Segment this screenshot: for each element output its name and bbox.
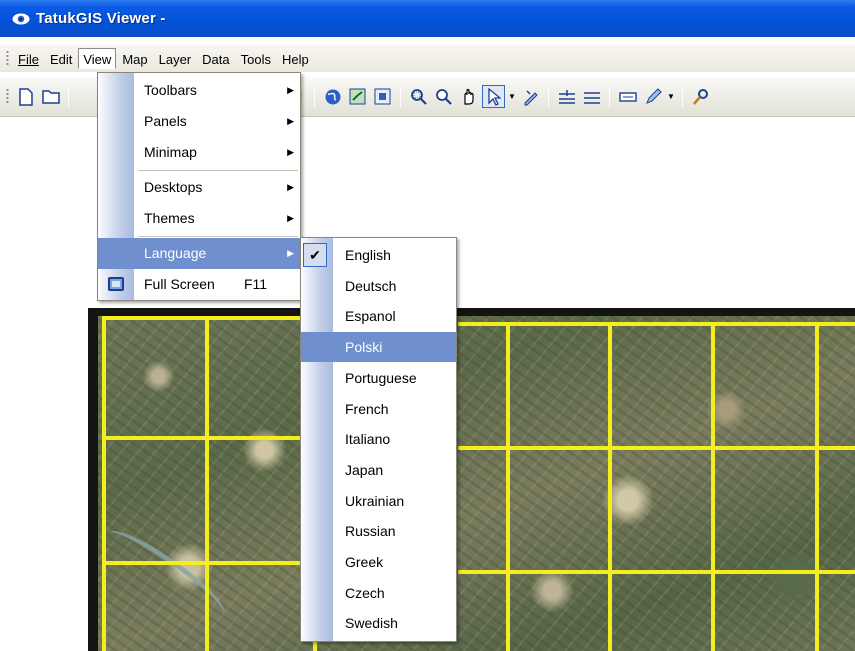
grid-line xyxy=(205,316,209,651)
language-menu: ✔ English Deutsch Espanol Polski Portuguese Fr… xyxy=(300,237,457,642)
window-title: TatukGIS Viewer - xyxy=(36,10,166,27)
zoom-icon[interactable] xyxy=(432,85,455,108)
view-menu-panels[interactable]: Panels ▶ xyxy=(98,106,300,137)
menu-separator xyxy=(138,236,298,237)
menu-map[interactable]: Map xyxy=(117,48,152,69)
view-menu-toolbars[interactable]: Toolbars ▶ xyxy=(98,75,300,106)
submenu-arrow-icon: ▶ xyxy=(287,147,294,157)
pencil-icon[interactable] xyxy=(641,85,664,108)
language-item-japan[interactable]: Japan xyxy=(301,455,456,485)
globe-icon[interactable] xyxy=(321,85,344,108)
toolbar-separator xyxy=(682,85,683,108)
new-document-icon[interactable] xyxy=(14,85,37,108)
menu-file[interactable]: File xyxy=(13,48,44,69)
line-width-icon[interactable] xyxy=(580,85,603,108)
toolbar-separator xyxy=(68,85,69,108)
grid-line xyxy=(102,316,317,320)
zoom-layer-icon[interactable] xyxy=(371,85,394,108)
submenu-arrow-icon: ▶ xyxy=(287,248,294,258)
grid-line xyxy=(815,322,819,651)
full-screen-icon xyxy=(108,277,124,291)
hand-pan-icon[interactable] xyxy=(457,85,480,108)
grid-line xyxy=(458,322,855,326)
submenu-arrow-icon: ▶ xyxy=(287,116,294,126)
dropdown-arrow-icon[interactable]: ▼ xyxy=(507,85,517,108)
checkmark-icon: ✔ xyxy=(303,243,327,267)
menu-data[interactable]: Data xyxy=(197,48,234,69)
distance-icon[interactable] xyxy=(555,85,578,108)
menu-edit[interactable]: Edit xyxy=(45,48,77,69)
language-item-swedish[interactable]: Swedish xyxy=(301,608,456,638)
language-item-czech[interactable]: Czech xyxy=(301,578,456,608)
grid-line xyxy=(102,561,317,565)
menu-view[interactable]: View xyxy=(78,48,117,69)
menu-tools[interactable]: Tools xyxy=(236,48,276,69)
dropdown-arrow-icon[interactable]: ▼ xyxy=(666,85,676,108)
zoom-extent-icon[interactable] xyxy=(346,85,369,108)
language-item-greek[interactable]: Greek xyxy=(301,547,456,577)
open-folder-icon[interactable] xyxy=(39,85,62,108)
language-item-polski[interactable]: Polski xyxy=(301,332,456,363)
view-menu-themes[interactable]: Themes ▶ xyxy=(98,203,300,234)
language-item-french[interactable]: French xyxy=(301,394,456,424)
grid-line xyxy=(102,316,106,651)
language-item-ukrainian[interactable]: Ukrainian xyxy=(301,486,456,516)
map-canvas[interactable] xyxy=(88,308,855,651)
toolbar-grip[interactable] xyxy=(6,88,9,105)
legend-icon[interactable] xyxy=(616,85,639,108)
view-menu-full-screen[interactable]: Full Screen F11 xyxy=(98,269,300,300)
edit-icon[interactable] xyxy=(519,85,542,108)
menu-bar: File Edit View Map Layer Data Tools Help xyxy=(0,45,855,72)
language-item-espanol[interactable]: Espanol xyxy=(301,301,456,331)
toolbar-separator xyxy=(314,85,315,108)
menu-separator xyxy=(138,170,298,171)
full-screen-shortcut: F11 xyxy=(244,276,268,292)
language-item-russian[interactable]: Russian xyxy=(301,516,456,546)
view-menu-minimap[interactable]: Minimap ▶ xyxy=(98,137,300,168)
grid-line xyxy=(506,322,510,651)
grid-line xyxy=(608,322,612,651)
language-item-deutsch[interactable]: Deutsch xyxy=(301,271,456,301)
language-item-portuguese[interactable]: Portuguese xyxy=(301,363,456,393)
menu-help[interactable]: Help xyxy=(277,48,314,69)
view-menu-desktops[interactable]: Desktops ▶ xyxy=(98,172,300,203)
view-menu: Toolbars ▶ Panels ▶ Minimap ▶ Desktops ▶… xyxy=(97,72,301,301)
tool-icon[interactable] xyxy=(689,85,712,108)
menubar-grip[interactable] xyxy=(6,50,9,67)
toolbar-separator xyxy=(548,85,549,108)
submenu-arrow-icon: ▶ xyxy=(287,213,294,223)
toolbar-separator xyxy=(400,85,401,108)
zoom-window-icon[interactable] xyxy=(407,85,430,108)
toolbar-separator xyxy=(609,85,610,108)
submenu-arrow-icon: ▶ xyxy=(287,182,294,192)
app-eye-icon xyxy=(12,13,30,24)
grid-line xyxy=(458,446,855,450)
submenu-arrow-icon: ▶ xyxy=(287,85,294,95)
grid-line xyxy=(102,436,317,440)
language-item-italiano[interactable]: Italiano xyxy=(301,424,456,454)
title-bar: TatukGIS Viewer - xyxy=(0,0,855,37)
menu-layer[interactable]: Layer xyxy=(154,48,197,69)
grid-line xyxy=(458,570,855,574)
select-arrow-icon[interactable] xyxy=(482,85,505,108)
view-menu-language[interactable]: Language ▶ xyxy=(98,238,300,269)
grid-line xyxy=(711,322,715,651)
language-item-english[interactable]: ✔ English xyxy=(301,240,456,270)
